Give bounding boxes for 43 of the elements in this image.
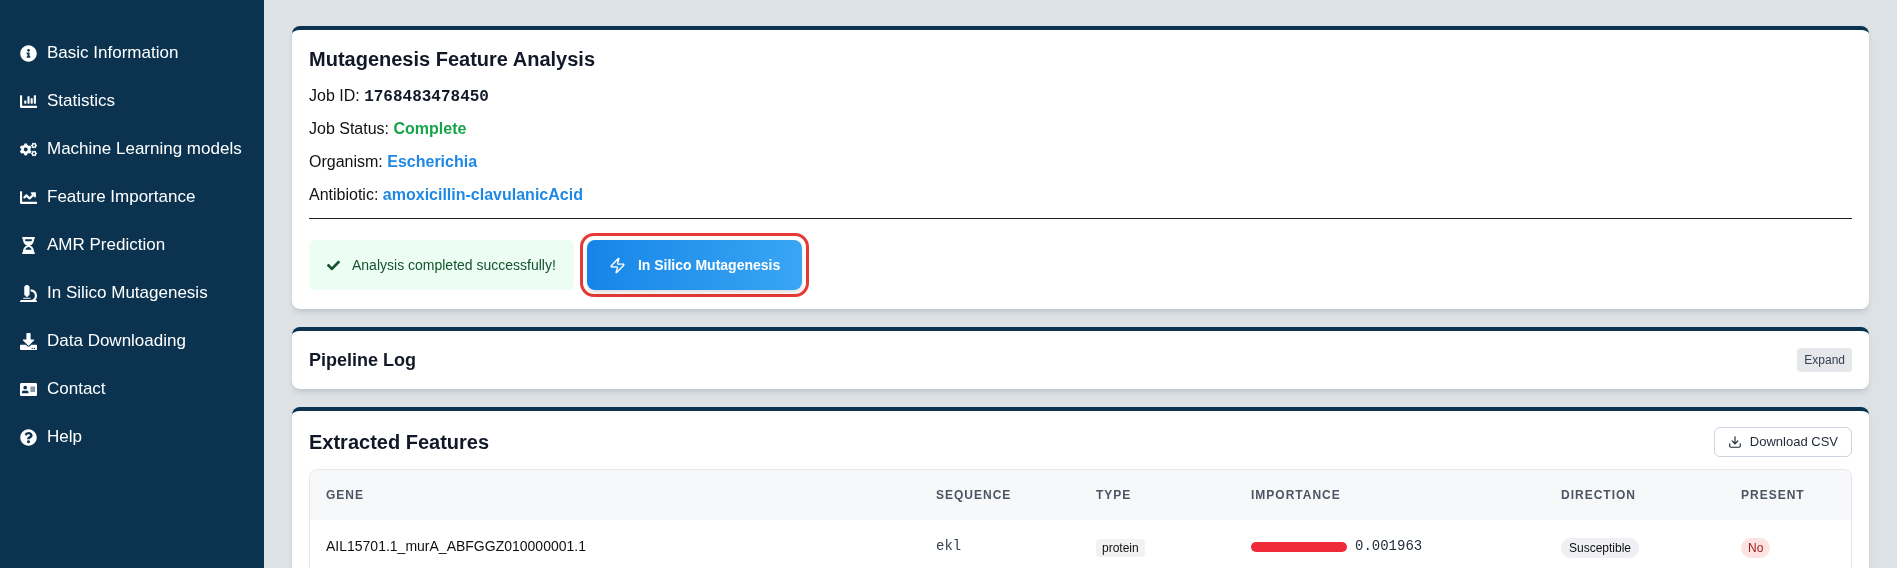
sidebar-item[interactable]: Feature Importance (20, 173, 264, 221)
sidebar-item[interactable]: Machine Learning models (20, 125, 264, 173)
info-line: Job Status: Complete (309, 119, 468, 139)
type-tag: protein (1096, 538, 1145, 557)
info-line: Organism: Escherichia (309, 152, 479, 172)
card-title: Extracted Features (309, 430, 490, 455)
sidebar-item[interactable]: In Silico Mutagenesis (20, 269, 264, 317)
alert-text: Analysis completed successfully! (352, 255, 556, 275)
info-line: Job ID: 1768483478450 (309, 86, 490, 108)
sidebar-item[interactable]: Data Downloading (20, 317, 264, 365)
sidebar-item[interactable]: Basic Information (20, 29, 264, 77)
hourglass-icon (20, 236, 37, 254)
check-icon (327, 258, 340, 272)
line-chart-icon (20, 188, 37, 206)
download-csv-button[interactable]: Download CSV (1713, 427, 1852, 457)
sidebar-item[interactable]: Help (20, 413, 264, 461)
bar-chart-icon (20, 92, 37, 110)
table-cell-text: AIL15701.1_murA_ABFGGZ010000001.1 (326, 537, 587, 556)
gears-icon (20, 140, 37, 158)
info-line: Antibiotic: amoxicillin-clavulanicAcid (309, 185, 584, 205)
download-icon (1727, 435, 1742, 449)
lightning-icon (608, 256, 626, 274)
column-header: PRESENT (1741, 487, 1806, 504)
card-title: Mutagenesis Feature Analysis (309, 47, 597, 72)
column-header: DIRECTION (1561, 487, 1637, 504)
column-header: TYPE (1096, 487, 1133, 504)
help-icon (20, 428, 37, 446)
direction-tag: Susceptible (1561, 537, 1640, 558)
info-icon (20, 44, 37, 62)
column-header: GENE (326, 487, 365, 504)
table-cell-text: ekl (936, 537, 963, 556)
microscope-icon (20, 284, 37, 302)
column-header: IMPORTANCE (1251, 487, 1342, 504)
card-title: Pipeline Log (309, 348, 416, 372)
sidebar-item[interactable]: Statistics (20, 77, 264, 125)
id-card-icon (20, 380, 37, 398)
download-icon (20, 332, 37, 350)
sidebar-item[interactable]: Contact (20, 365, 264, 413)
sidebar-item[interactable]: AMR Prediction (20, 221, 264, 269)
importance-value: 0.001963 (1355, 537, 1423, 556)
present-tag: No (1741, 537, 1771, 558)
column-header: SEQUENCE (936, 487, 1013, 504)
expand-button[interactable]: Expand (1797, 348, 1852, 372)
